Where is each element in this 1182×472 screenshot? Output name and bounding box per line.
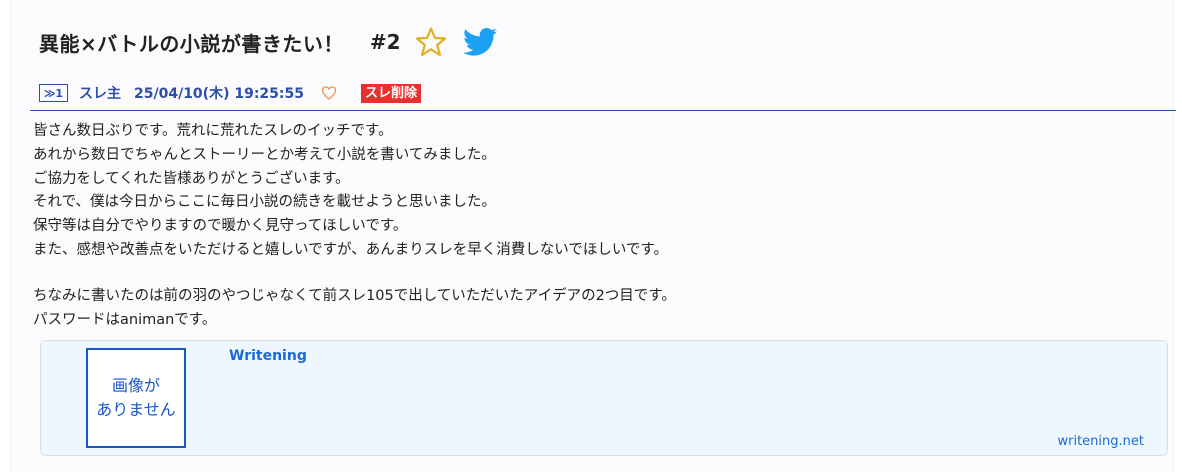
body-line: パスワードはanimanです。 xyxy=(33,311,217,328)
thread-header: 異能×バトルの小説が書きたい！ #2 xyxy=(39,22,497,62)
body-line: 皆さん数日ぶりです。荒れに荒れたスレのイッチです。 xyxy=(33,123,393,139)
heart-icon[interactable] xyxy=(321,85,337,101)
body-line: 保守等は自分でやりますので暖かく見守ってほしいです。 xyxy=(33,218,408,235)
post-date: 25/04/10(木) 19:25:55 xyxy=(134,86,304,102)
link-card-title[interactable]: Writening xyxy=(229,348,307,364)
post-divider xyxy=(30,110,1176,111)
post-author: スレ主 xyxy=(79,86,121,102)
post-header: ≫1 スレ主 25/04/10(木) 19:25:55 スレ削除 xyxy=(39,82,422,104)
post-body: 皆さん数日ぶりです。荒れに荒れたスレのイッチです。 あれから数日でちゃんとストー… xyxy=(33,120,1153,332)
link-preview-card[interactable]: 画像が ありません Writening writening.net xyxy=(40,340,1168,456)
post-number-link[interactable]: ≫1 xyxy=(39,84,68,102)
star-icon[interactable] xyxy=(415,26,447,58)
body-line: あれから数日でちゃんとストーリーとか考えて小説を書いてみました。 xyxy=(33,146,496,163)
delete-thread-button[interactable]: スレ削除 xyxy=(361,83,422,103)
body-line: また、感想や改善点をいただけると嬉しいですが、あんまりスレを早く消費しないでほし… xyxy=(33,241,668,258)
body-line: ご協力をしてくれた皆様ありがとうございます。 xyxy=(33,170,350,187)
link-card-site[interactable]: writening.net xyxy=(1058,434,1145,449)
twitter-bird-icon[interactable] xyxy=(462,27,497,57)
no-image-text: 画像が xyxy=(111,376,160,395)
thread-title: 異能×バトルの小説が書きたい！ xyxy=(39,31,344,56)
no-image-placeholder: 画像が ありません xyxy=(86,348,186,448)
body-line: それで、僕は今日からここに毎日小説の続きを載せようと思いました。 xyxy=(33,194,496,211)
thread-number: #2 xyxy=(369,30,401,54)
body-line: ちなみに書いたのは前の羽のやつじゃなくて前スレ105で出していただいたアイデアの… xyxy=(33,287,676,304)
no-image-text: ありません xyxy=(96,400,176,419)
